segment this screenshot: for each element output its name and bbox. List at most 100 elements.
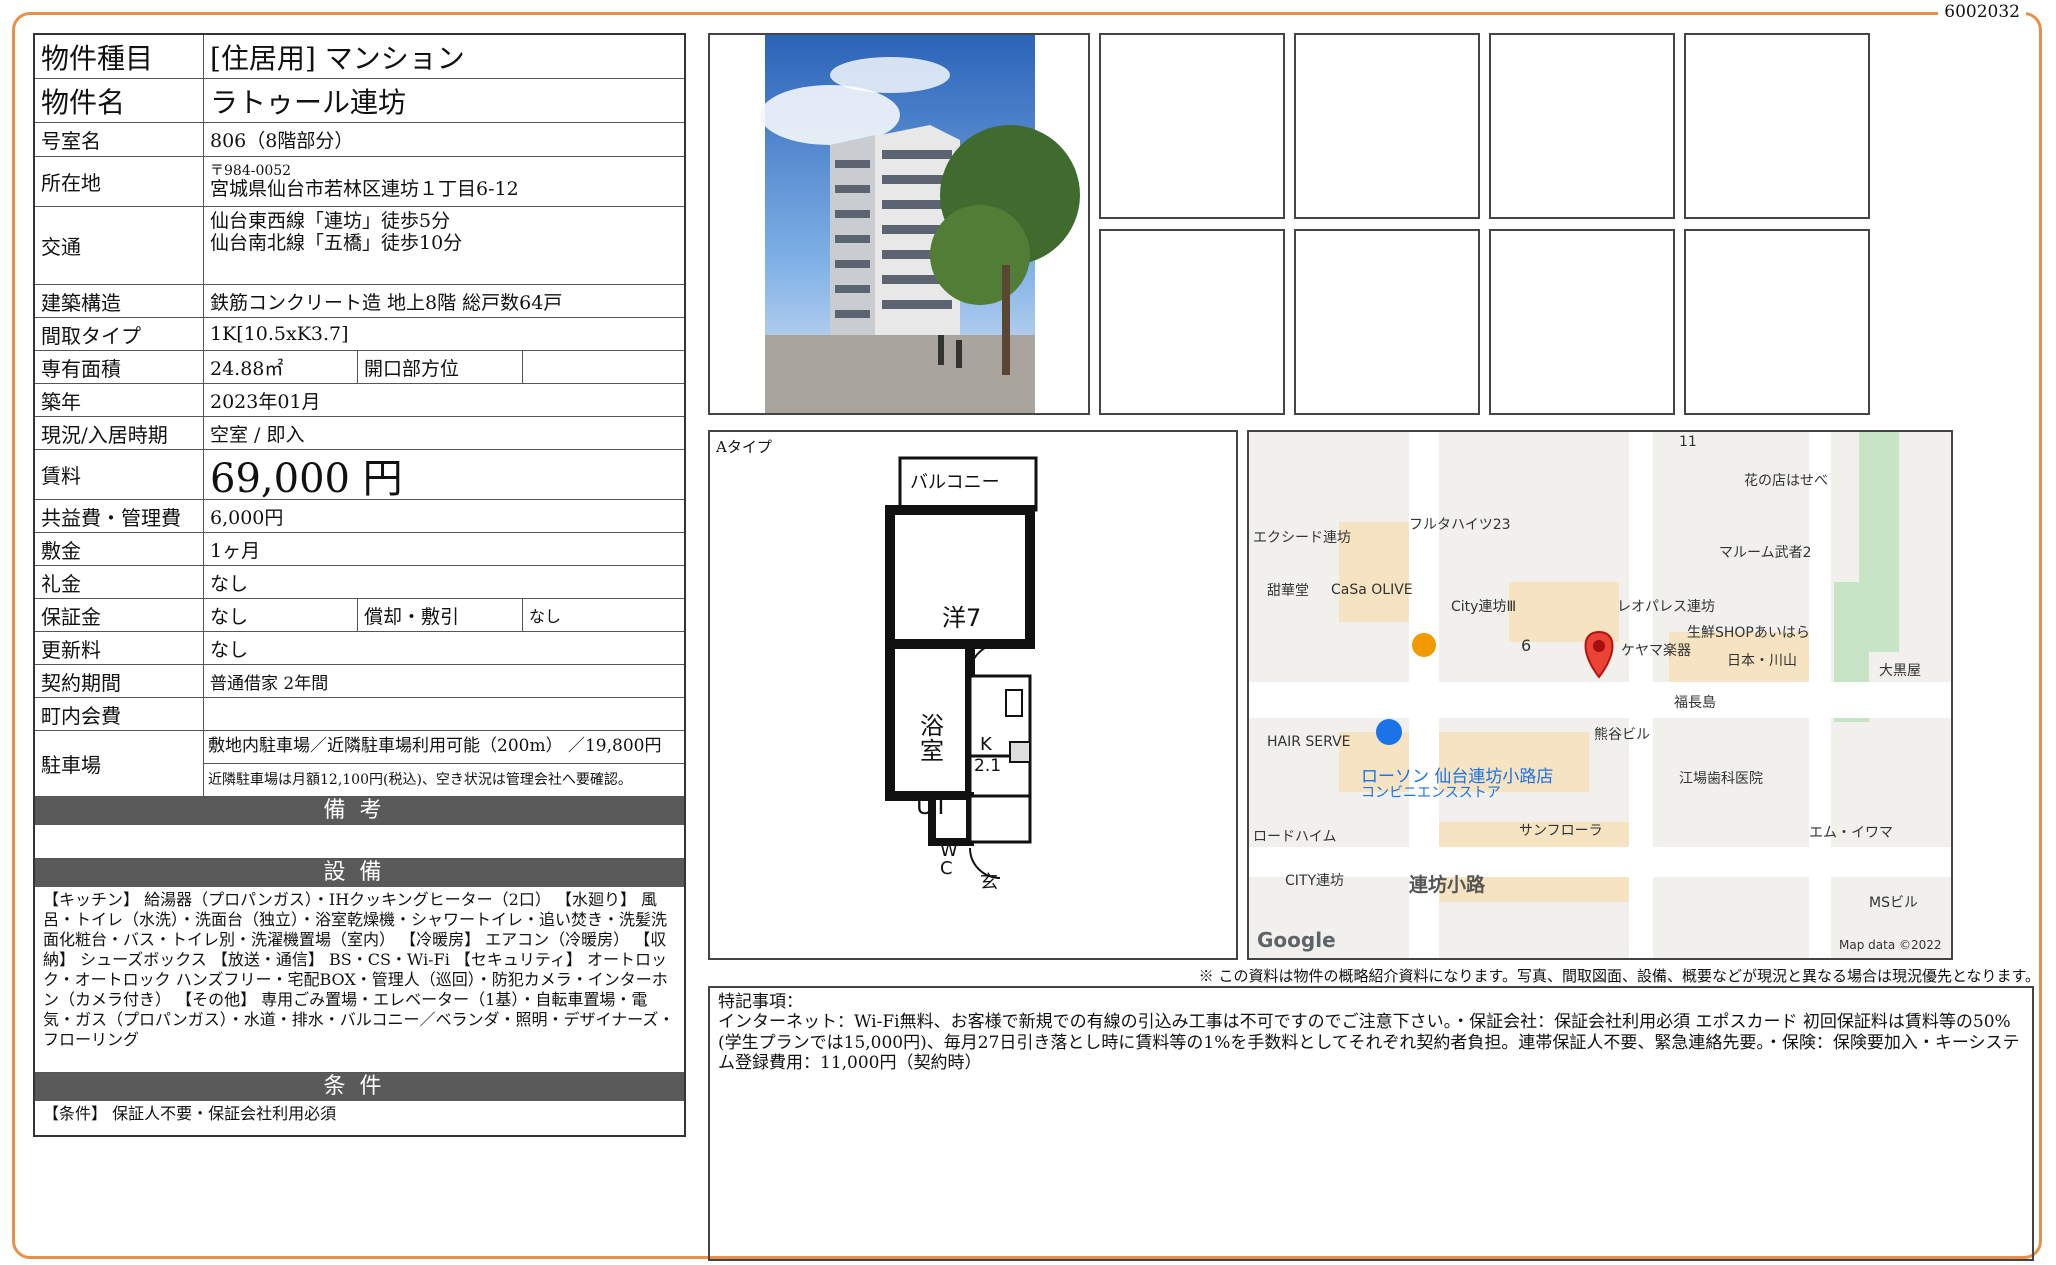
photo-thumb-8 [1684, 229, 1870, 415]
facing-value [522, 351, 684, 383]
community-label: 町内会費 [35, 698, 204, 730]
map-label-keyama: ケヤマ楽器 [1621, 643, 1691, 659]
fee-value: 6,000円 [210, 506, 284, 529]
layout-label: 間取タイプ [35, 318, 204, 350]
facing-label: 開口部方位 [357, 351, 522, 383]
special-notes: 特記事項： インターネット：Wi-Fi無料、お客様で新規での有線の引込み工事は不… [708, 986, 2034, 1261]
amortization-value: なし [522, 599, 684, 631]
rent-value: 69,000 円 [210, 455, 403, 502]
map-label-city-renbo3: City連坊Ⅲ [1451, 599, 1517, 615]
map-label-kumagai: 熊谷ビル [1594, 727, 1650, 743]
row-type: 物件種目 [住居用] マンション [35, 35, 684, 79]
map-label-roadheim: ロードハイム [1253, 829, 1337, 845]
deposit-value: 1ヶ月 [210, 539, 261, 562]
row-built: 築年 2023年01月 [35, 384, 684, 417]
type-value: [住居用] マンション [210, 41, 465, 75]
transit-label: 交通 [35, 207, 204, 284]
map-label-fukunagashima: 福長島 [1674, 695, 1716, 711]
rent-label: 賃料 [35, 450, 204, 499]
map-label-maroom: マルーム武者2 [1719, 545, 1812, 561]
conditions-text: 【条件】 保証人不要・保証会社利用必須 [43, 1104, 337, 1123]
document-id: 6002032 [1938, 2, 2026, 22]
photo-thumb-5 [1099, 229, 1285, 415]
floorplan-bath: 浴室 [920, 712, 944, 766]
row-contract: 契約期間 普通借家 2年間 [35, 665, 684, 698]
floorplan-utility: UT [916, 792, 949, 820]
map-background [1249, 432, 1951, 958]
row-rent: 賃料 69,000 円 [35, 450, 684, 502]
row-renewal: 更新料 なし [35, 632, 684, 665]
parking-cell: 敷地内駐車場／近隣駐車場利用可能（200m） ／19,800円 近隣駐車場は月額… [204, 731, 684, 796]
notes-title: 特記事項： [718, 992, 803, 1012]
map-label-city-renbo: CITY連坊 [1285, 873, 1345, 889]
parking-label: 駐車場 [35, 731, 204, 796]
floorplan-wc: WC [940, 840, 958, 879]
map-label-exceed: エクシード連坊 [1253, 530, 1351, 546]
map-label-renbo-koji: 連坊小路 [1409, 874, 1486, 896]
built-value: 2023年01月 [210, 390, 321, 413]
status-label: 現況/入居時期 [35, 417, 204, 449]
contract-label: 契約期間 [35, 665, 204, 697]
parking-note: 近隣駐車場は月額12,100円(税込)、空き状況は管理会社へ要確認。 [208, 771, 632, 788]
photo-thumb-4 [1684, 33, 1870, 219]
renewal-value: なし [210, 638, 249, 661]
row-guarantee: 保証金 なし 償却・敷引 なし [35, 599, 684, 632]
row-name: 物件名 ラトゥール連坊 [35, 79, 684, 123]
row-community: 町内会費 [35, 698, 684, 731]
notes-body: インターネット：Wi-Fi無料、お客様で新規での有線の引込み工事は不可ですのでご… [718, 1012, 2020, 1074]
disclaimer: ※ この資料は物件の概略紹介資料になります。写真、間取図面、設備、概要などが現況… [1198, 967, 2040, 985]
row-structure: 建築構造 鉄筋コンクリート造 地上8階 総戸数64戸 [35, 285, 684, 318]
name-value: ラトゥール連坊 [210, 85, 407, 119]
equipment-text: 【キッチン】 給湯器（プロパンガス）・IHクッキングヒーター（2口） 【水廻り】… [35, 887, 684, 1073]
floorplan-western-room: 洋7 [942, 604, 982, 632]
area-label: 専有面積 [35, 351, 204, 383]
community-value [204, 698, 684, 730]
amortization-label: 償却・敷引 [357, 599, 522, 631]
status-value: 空室 / 即入 [210, 423, 305, 446]
floor-plan: Aタイプ バルコニー 洋7 浴室 K 2.1 UT WC 玄 [708, 430, 1238, 960]
building-illustration [760, 35, 1080, 413]
map-label-eba-dental: 江場歯科医院 [1679, 771, 1763, 787]
map-label-kawayama: 日本・川山 [1727, 653, 1797, 669]
map-label-em-iwama: エム・イワマ [1809, 825, 1893, 841]
map-label-sunflora: サンフローラ [1519, 823, 1603, 839]
address-value: 宮城県仙台市若林区連坊１丁目6-12 [210, 177, 519, 200]
postal-code: 〒984-0052 [210, 162, 292, 179]
row-fee: 共益費・管理費 6,000円 [35, 500, 684, 533]
map-label-block-11: 11 [1679, 434, 1697, 450]
photo-thumb-1 [1099, 33, 1285, 219]
map-label-casa-olive: CaSa OLIVE [1331, 582, 1413, 598]
address-label: 所在地 [35, 157, 204, 206]
map-label-tenkado: 甜華堂 [1267, 583, 1309, 599]
keymoney-value: なし [210, 572, 249, 595]
map-attribution: Map data ©2022 [1839, 938, 1942, 952]
room-value: 806（8階部分） [210, 130, 354, 152]
row-deposit: 敷金 1ヶ月 [35, 533, 684, 566]
transit-line-2: 仙台南北線「五橋」徒歩10分 [210, 231, 463, 254]
structure-label: 建築構造 [35, 285, 204, 317]
row-parking: 駐車場 敷地内駐車場／近隣駐車場利用可能（200m） ／19,800円 近隣駐車… [35, 731, 684, 797]
floorplan-kitchen-size: 2.1 [974, 756, 1002, 776]
building-photo [708, 33, 1090, 415]
map-label-furutaheights: フルタハイツ23 [1409, 517, 1511, 533]
type-label: 物件種目 [35, 35, 204, 78]
map-label-leopalace: レオパレス連坊 [1617, 599, 1715, 615]
row-address: 所在地 〒984-0052 宮城県仙台市若林区連坊１丁目6-12 [35, 157, 684, 207]
row-layout: 間取タイプ 1K[10.5xK3.7] [35, 318, 684, 351]
map-label-convenience: コンビニエンスストア [1361, 785, 1501, 801]
transit-line-1: 仙台東西線「連坊」徒歩5分 [210, 210, 451, 232]
map-label-aihara: 生鮮SHOPあいはら [1687, 625, 1810, 641]
photo-thumb-6 [1294, 229, 1480, 415]
location-map[interactable]: 11 花の店はせべ フルタハイツ23 エクシード連坊 マルーム武者2 甜華堂 C… [1247, 430, 1953, 960]
remarks-text [35, 825, 684, 859]
photo-thumb-2 [1294, 33, 1480, 219]
fee-label: 共益費・管理費 [35, 500, 204, 532]
map-label-hanaten: 花の店はせべ [1744, 473, 1828, 489]
room-label: 号室名 [35, 123, 204, 156]
map-label-daikokuya: 大黒屋 [1879, 663, 1921, 679]
photo-thumb-7 [1489, 229, 1675, 415]
floorplan-entrance: 玄 [980, 872, 998, 893]
parking-value: 敷地内駐車場／近隣駐車場利用可能（200m） ／19,800円 [204, 731, 684, 764]
keymoney-label: 礼金 [35, 566, 204, 598]
map-label-block-6: 6 [1521, 636, 1532, 655]
